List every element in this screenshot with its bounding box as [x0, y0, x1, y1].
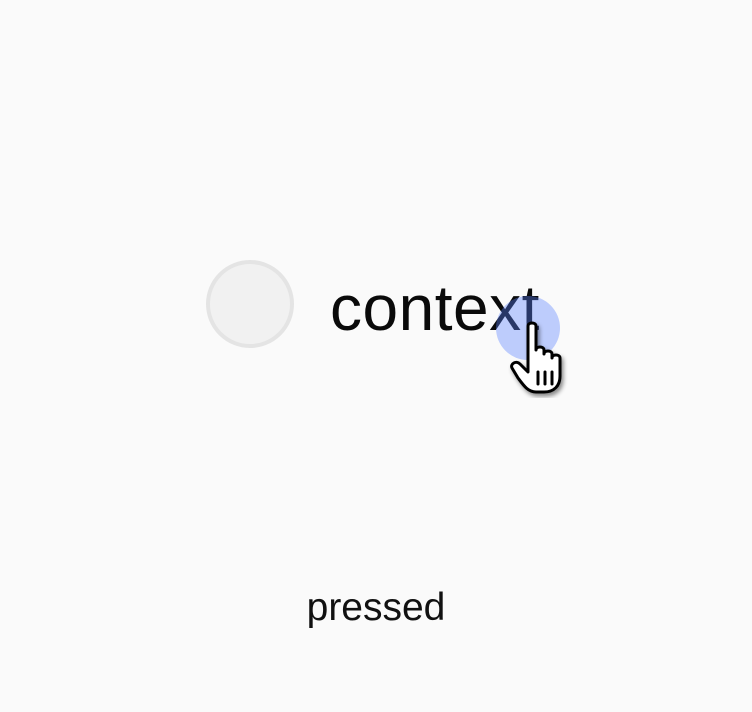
radio-option-context[interactable]: context [206, 258, 540, 350]
radio-button[interactable] [206, 260, 294, 348]
radio-label[interactable]: context [330, 276, 540, 340]
status-text: pressed [306, 586, 446, 629]
app-window: context pressed [0, 0, 752, 712]
